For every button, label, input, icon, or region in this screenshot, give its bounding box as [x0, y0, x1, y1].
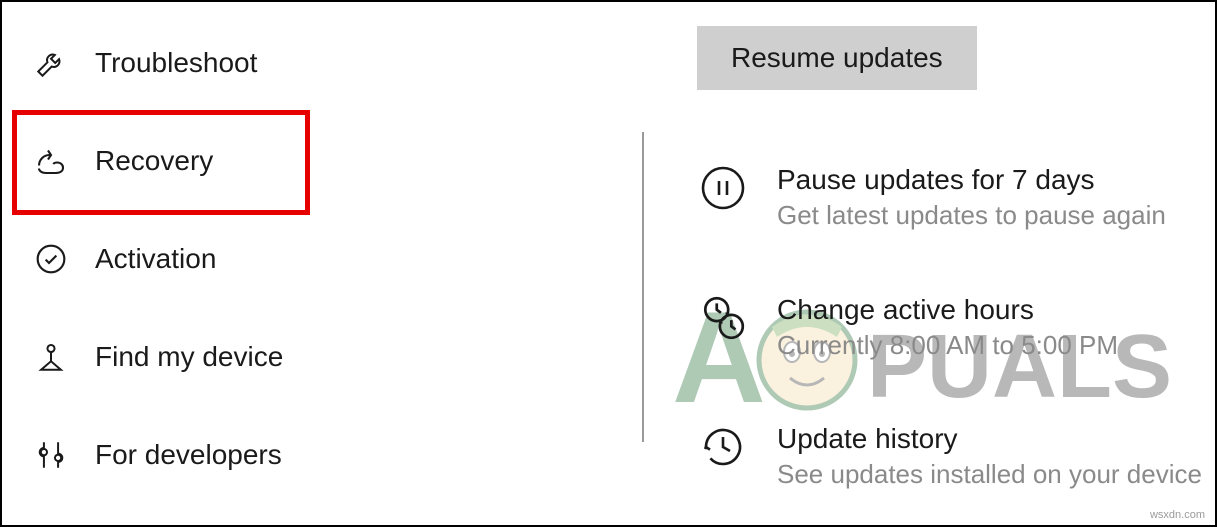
sidebar-item-find-my-device[interactable]: Find my device — [2, 308, 642, 406]
option-title: Update history — [777, 421, 1202, 456]
option-subtitle: Currently 8:00 AM to 5:00 PM — [777, 329, 1118, 362]
check-circle-icon — [32, 240, 70, 278]
option-pause-updates[interactable]: Pause updates for 7 days Get latest upda… — [697, 162, 1215, 232]
option-text: Pause updates for 7 days Get latest upda… — [777, 162, 1166, 232]
option-subtitle: Get latest updates to pause again — [777, 199, 1166, 232]
history-icon — [697, 421, 749, 473]
recovery-icon — [32, 142, 70, 180]
sidebar-item-troubleshoot[interactable]: Troubleshoot — [2, 14, 642, 112]
location-pin-icon — [32, 338, 70, 376]
wrench-icon — [32, 44, 70, 82]
sidebar-item-label: For developers — [95, 439, 282, 471]
developer-tools-icon — [32, 436, 70, 474]
footer-credit: wsxdn.com — [1150, 509, 1205, 521]
resume-updates-button[interactable]: Resume updates — [697, 26, 977, 90]
main-panel: Resume updates Pause updates for 7 days … — [642, 2, 1215, 525]
sidebar-item-label: Troubleshoot — [95, 47, 257, 79]
option-text: Update history See updates installed on … — [777, 421, 1202, 491]
sidebar-item-label: Find my device — [95, 341, 283, 373]
clock-sync-icon — [697, 292, 749, 344]
option-text: Change active hours Currently 8:00 AM to… — [777, 292, 1118, 362]
sidebar-item-label: Activation — [95, 243, 216, 275]
option-update-history[interactable]: Update history See updates installed on … — [697, 421, 1215, 491]
option-title: Pause updates for 7 days — [777, 162, 1166, 197]
sidebar-item-recovery[interactable]: Recovery — [2, 112, 642, 210]
sidebar-item-activation[interactable]: Activation — [2, 210, 642, 308]
pause-circle-icon — [697, 162, 749, 214]
option-subtitle: See updates installed on your device — [777, 458, 1202, 491]
settings-sidebar: Troubleshoot Recovery Activation — [2, 2, 642, 525]
option-change-active-hours[interactable]: Change active hours Currently 8:00 AM to… — [697, 292, 1215, 362]
sidebar-item-for-developers[interactable]: For developers — [2, 406, 642, 504]
option-title: Change active hours — [777, 292, 1118, 327]
sidebar-item-label: Recovery — [95, 145, 213, 177]
